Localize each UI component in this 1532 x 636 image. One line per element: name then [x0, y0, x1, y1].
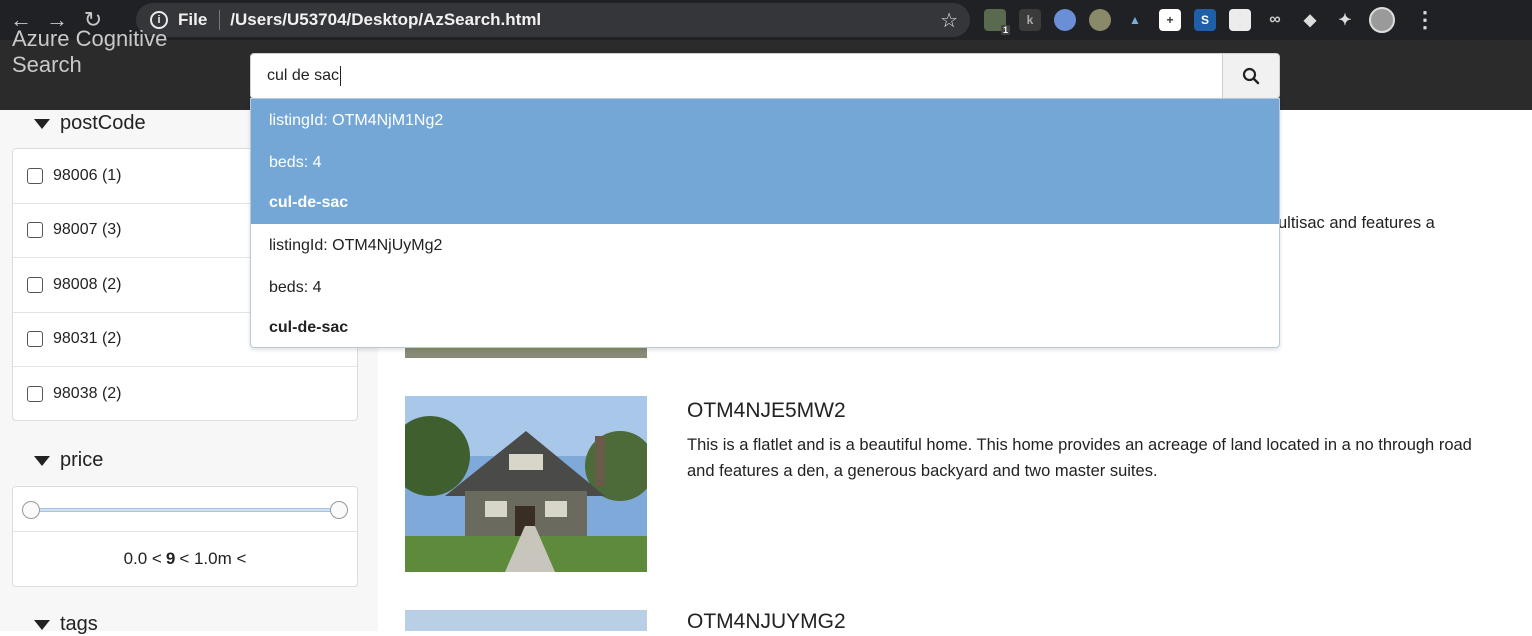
range-value-text: 9 [165, 549, 176, 568]
facet-title-postcode[interactable]: postCode [34, 112, 146, 135]
slider-min-handle[interactable] [22, 501, 40, 519]
checkbox[interactable] [27, 222, 43, 239]
caret-down-icon [34, 118, 50, 129]
suggestion-feature: cul-de-sac [269, 319, 349, 336]
extension-icon[interactable]: ▲ [1124, 9, 1146, 31]
text-cursor [340, 66, 342, 86]
extension-icon[interactable]: 1 [984, 9, 1010, 35]
infinity-icon[interactable]: ∞ [1264, 9, 1286, 31]
url-text[interactable]: /Users/U53704/Desktop/AzSearch.html [230, 10, 541, 30]
checkbox[interactable] [27, 386, 43, 403]
facet-item-label: 98006 (1) [53, 166, 122, 184]
facet-item-label: 98008 (2) [53, 275, 122, 293]
suggestion-feature: cul-de-sac [269, 194, 349, 211]
facet-item-label: 98038 (2) [53, 385, 122, 403]
checkbox[interactable] [27, 167, 43, 184]
brand-title-line: Search [12, 52, 82, 77]
facet-title-label: price [60, 449, 104, 471]
search-input[interactable]: cul de sac [250, 53, 1223, 99]
menu-icon[interactable]: ⋮ [1414, 7, 1436, 33]
facet-item-label: 98031 (2) [53, 330, 122, 348]
caret-down-icon [34, 455, 50, 466]
extensions-bar: 1 k ▲ + S ∞ ◆ ✦ ⋮ [984, 6, 1436, 35]
search-query-text: cul de sac [267, 67, 340, 84]
document-icon[interactable] [1229, 9, 1251, 31]
divider [219, 10, 221, 30]
profile-avatar[interactable] [1369, 7, 1395, 33]
result-image[interactable] [405, 396, 647, 572]
facet-title-label: tags [60, 613, 98, 635]
brand-title: Azure Cognitive Search [12, 26, 202, 78]
search-icon [1242, 67, 1260, 85]
house-photo [405, 396, 647, 572]
price-facet-panel: 0.0 < 9 < 1.0m < [12, 486, 358, 587]
puzzle-icon[interactable]: ✦ [1334, 9, 1356, 31]
suggestion-item[interactable]: listingId: OTM4NjUyMg2 beds: 4 cul-de-sa… [251, 224, 1279, 349]
range-min-text: 0.0 < [123, 549, 162, 568]
suggestion-item-highlighted[interactable]: listingId: OTM4NjM1Ng2 beds: 4 cul-de-sa… [251, 99, 1279, 224]
facet-item-label: 98007 (3) [53, 221, 122, 239]
k-extension-icon[interactable]: k [1019, 9, 1041, 31]
autocomplete-dropdown: listingId: OTM4NjM1Ng2 beds: 4 cul-de-sa… [250, 98, 1280, 348]
facet-title-tags[interactable]: tags [34, 613, 98, 636]
result-description: This is a flatlet and is a beautiful hom… [687, 436, 1472, 480]
facet-item[interactable]: 98038 (2) [13, 367, 357, 422]
range-max-text: < 1.0m < [179, 549, 247, 568]
brand-title-line: Azure Cognitive [12, 26, 168, 51]
address-bar[interactable]: i File /Users/U53704/Desktop/AzSearch.ht… [136, 3, 970, 37]
bookmark-star-icon[interactable]: ☆ [940, 8, 958, 33]
search-button[interactable] [1222, 53, 1280, 99]
extension-icon[interactable] [1054, 9, 1076, 31]
facet-title-price[interactable]: price [34, 449, 103, 472]
slider-track[interactable] [31, 508, 339, 512]
suggestion-beds: beds: 4 [269, 154, 322, 171]
extension-badge: 1 [1000, 25, 1010, 35]
result-image[interactable] [405, 610, 647, 631]
browser-toolbar: ← → ↻ i File /Users/U53704/Desktop/AzSea… [0, 0, 1532, 40]
checkbox[interactable] [27, 276, 43, 293]
suggestion-listing-id: listingId: OTM4NjM1Ng2 [269, 112, 444, 129]
result-title[interactable]: OTM4NJUYMG2 [687, 610, 846, 634]
suggestion-beds: beds: 4 [269, 279, 322, 296]
suggestion-listing-id: listingId: OTM4NjUyMg2 [269, 237, 443, 254]
price-range-readout: 0.0 < 9 < 1.0m < [13, 532, 357, 586]
price-range-slider[interactable] [13, 487, 357, 532]
diamond-icon[interactable]: ◆ [1299, 9, 1321, 31]
caret-down-icon [34, 619, 50, 630]
result-title[interactable]: OTM4NJE5MW2 [687, 399, 846, 423]
extension-icon[interactable] [1089, 9, 1111, 31]
result-description: ultisac and features a [1278, 214, 1435, 232]
facet-title-label: postCode [60, 112, 146, 134]
extension-icon[interactable]: S [1194, 9, 1216, 31]
medical-cross-icon[interactable]: + [1159, 9, 1181, 31]
slider-max-handle[interactable] [330, 501, 348, 519]
checkbox[interactable] [27, 331, 43, 348]
